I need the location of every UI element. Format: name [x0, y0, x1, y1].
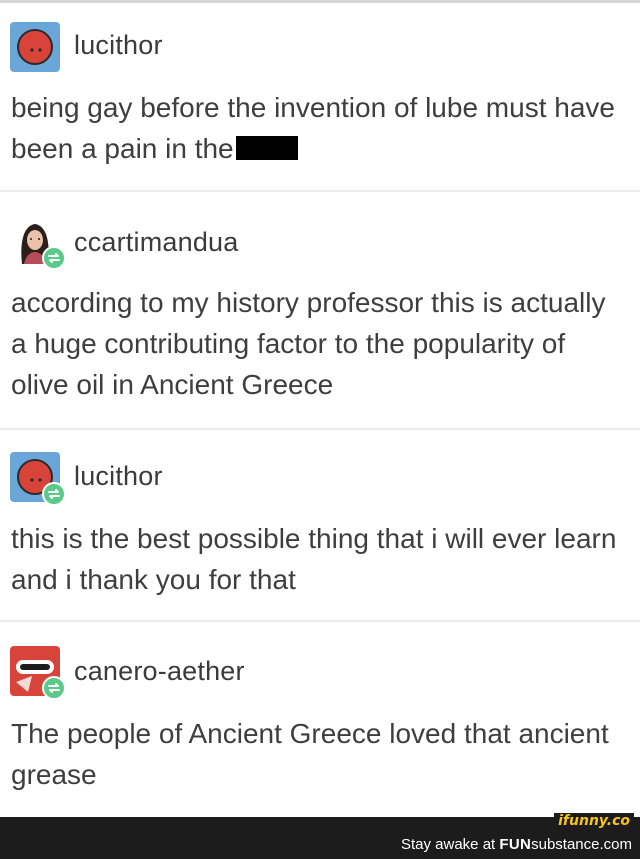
username[interactable]: canero-aether — [74, 656, 245, 687]
post-body: The people of Ancient Greece loved that … — [11, 718, 609, 790]
avatar[interactable] — [10, 22, 60, 72]
username[interactable]: lucithor — [74, 461, 163, 492]
post-body: being gay before the invention of lube m… — [11, 87, 626, 169]
post-body: according to my history professor this i… — [11, 287, 606, 400]
reblog-icon — [48, 489, 60, 499]
post-body: this is the best possible thing that i w… — [11, 523, 617, 595]
reblog-badge — [42, 246, 66, 270]
reblog-badge — [42, 676, 66, 700]
post-lucithor-1: lucithor being gay before the invention … — [0, 0, 640, 192]
username[interactable]: lucithor — [74, 30, 163, 61]
username[interactable]: ccartimandua — [74, 227, 238, 258]
post-ccartimandua: ccartimandua according to my history pro… — [0, 192, 640, 442]
reblog-icon — [48, 253, 60, 263]
watermark-tagline: Stay awake at — [400, 836, 500, 853]
watermark-text: Stay awake at FUNsubstance.com — [401, 836, 632, 853]
reblog-badge — [42, 482, 66, 506]
watermark-brand-rest: substance.com — [531, 836, 632, 853]
watermark-footer: Stay awake at FUNsubstance.com — [0, 831, 640, 859]
censor-bar — [235, 136, 298, 160]
post-canero-aether: canero-aether The people of Ancient Gree… — [0, 620, 640, 817]
watermark-brand: FUN — [499, 836, 532, 853]
reblog-icon — [48, 683, 60, 693]
ifunny-logo: ifunny.co — [554, 813, 634, 829]
post-lucithor-2: lucithor this is the best possible thing… — [0, 430, 640, 622]
post-text: being gay before the invention of lube m… — [11, 92, 615, 164]
footer-band — [0, 817, 640, 831]
red-circle-avatar-icon — [10, 22, 60, 72]
